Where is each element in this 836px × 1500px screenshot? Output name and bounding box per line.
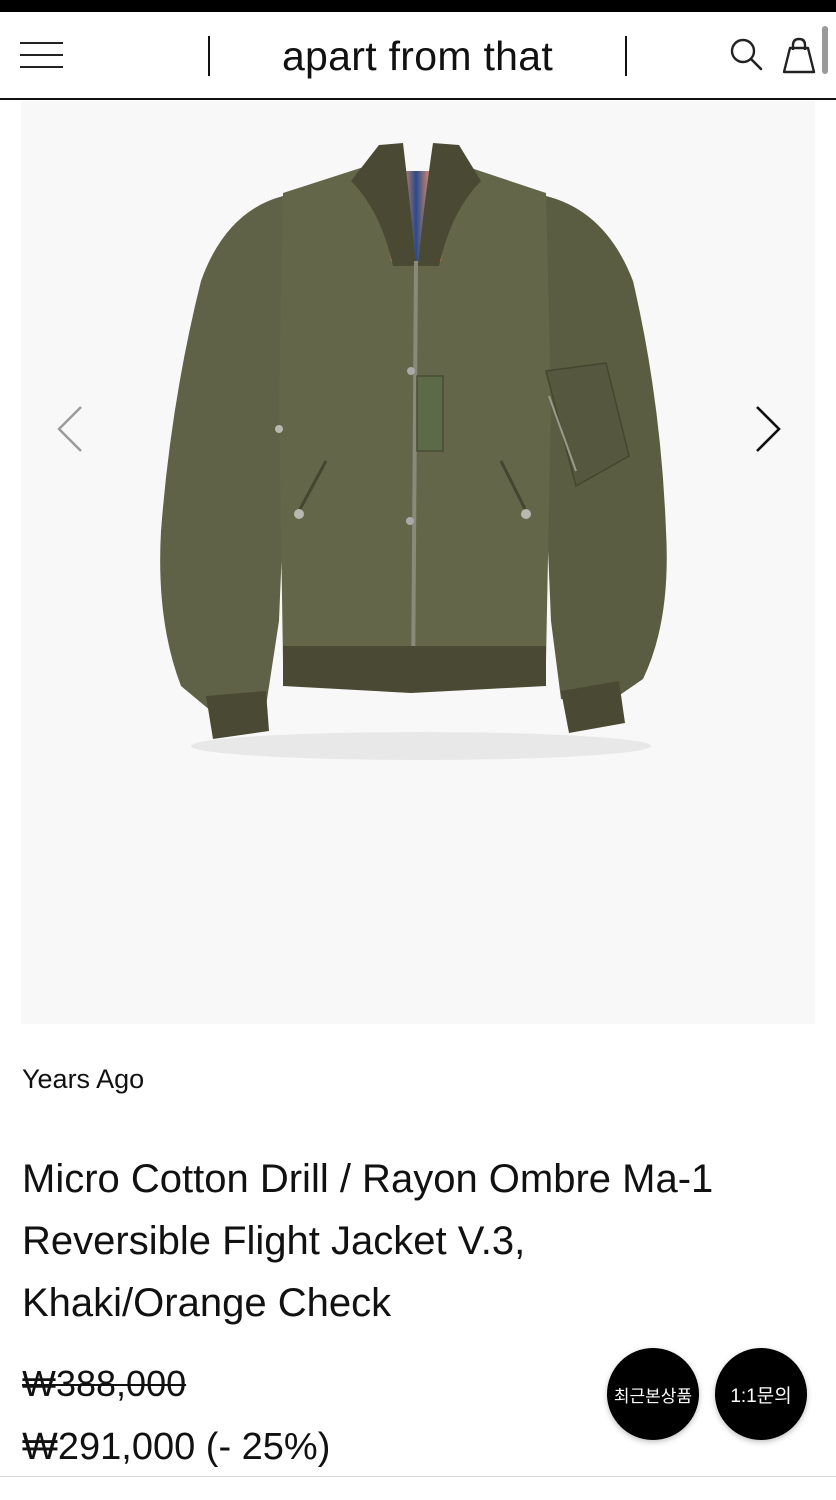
menu-icon[interactable] [20, 38, 64, 72]
product-image [160, 143, 667, 760]
product-image-gallery[interactable] [21, 101, 815, 1024]
product-title-line: Micro Cotton Drill / Rayon Ombre Ma-1 [22, 1157, 714, 1201]
product-brand[interactable]: Years Ago [22, 1064, 144, 1095]
original-price: ₩388,000 [22, 1363, 187, 1404]
shopping-bag-icon[interactable] [780, 36, 818, 76]
product-title-line: Khaki/Orange Check [22, 1281, 392, 1325]
site-header: apart from that [0, 12, 836, 100]
sale-price: ₩291,000 (- 25%) [22, 1426, 331, 1468]
chevron-left-icon[interactable] [49, 401, 89, 461]
header-divider-left [208, 36, 210, 76]
chevron-right-icon[interactable] [747, 401, 787, 461]
recently-viewed-button[interactable]: 최근본상품 [607, 1348, 699, 1440]
search-icon[interactable] [728, 36, 766, 74]
bottom-divider [0, 1476, 836, 1477]
product-title-line: Reversible Flight Jacket V.3, [22, 1219, 526, 1263]
header-divider-right [625, 36, 627, 76]
product-title: Micro Cotton Drill / Rayon Ombre Ma-1 Re… [22, 1148, 812, 1334]
inquiry-button[interactable]: 1:1문의 [715, 1348, 807, 1440]
scrollbar[interactable] [822, 26, 828, 74]
site-logo[interactable]: apart from that [212, 32, 623, 80]
status-bar [0, 0, 836, 12]
